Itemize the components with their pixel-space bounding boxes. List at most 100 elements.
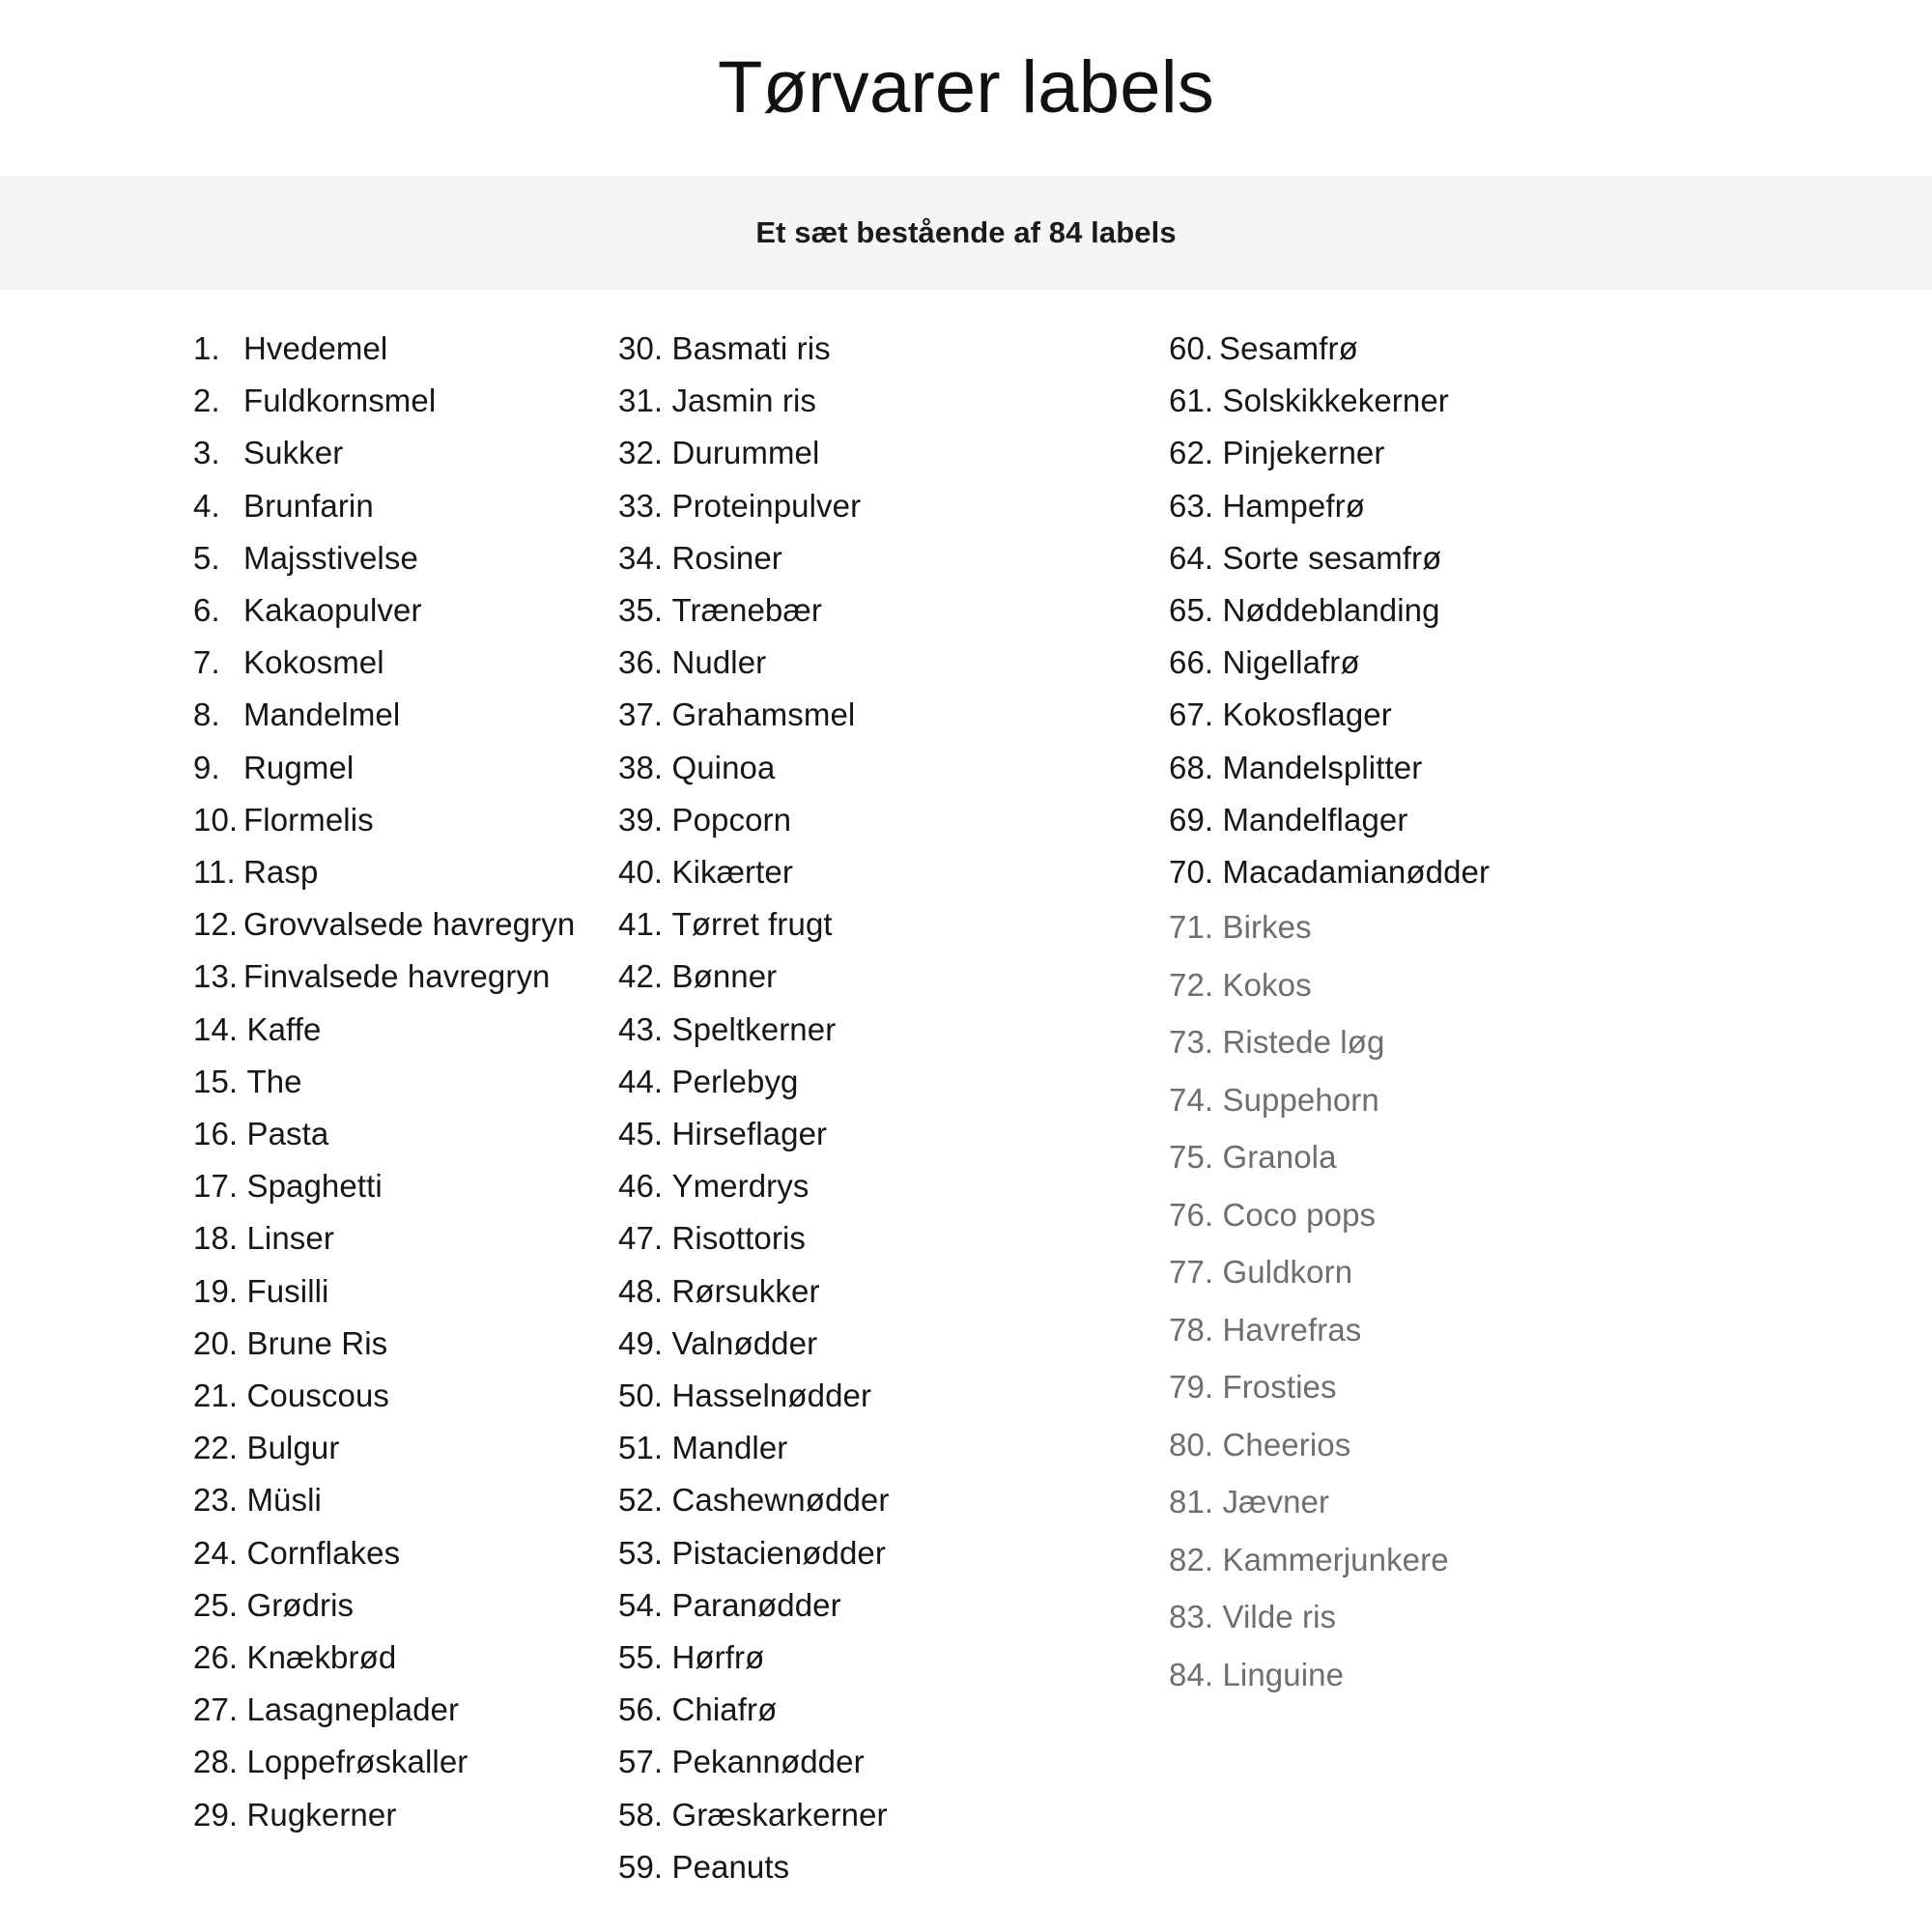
list-item-label: Guldkorn	[1222, 1254, 1353, 1291]
list-item-label: Frosties	[1222, 1369, 1337, 1406]
list-item-label: Finvalsede havregryn	[243, 958, 551, 995]
list-item-label: Hvedemel	[243, 330, 388, 366]
list-item-number: 82.	[1169, 1541, 1223, 1577]
list-item-number: 57.	[618, 1744, 672, 1780]
label-column-2: 30. Basmati ris 31. Jasmin ris 32. Durumme…	[599, 323, 1082, 1893]
list-item: 14. Kaffe	[193, 1004, 599, 1056]
list-item-number: 8.	[193, 696, 229, 733]
list-item-number: 67.	[1169, 696, 1223, 733]
list-item: 28. Loppefrøskaller	[193, 1736, 599, 1788]
list-item-label: Mandelmel	[243, 696, 401, 733]
list-item: 13. Finvalsede havregryn	[193, 951, 599, 1003]
list-item-number: 16.	[193, 1116, 247, 1152]
list-item-label: Pasta	[246, 1116, 329, 1152]
list-item-number: 36.	[618, 644, 672, 681]
list-item-number: 64.	[1169, 539, 1223, 576]
list-item-label: Grahamsmel	[671, 696, 856, 733]
list-item-label: Bulgur	[246, 1430, 340, 1466]
list-item: 50. Hasselnødder	[618, 1370, 1082, 1422]
list-item: 61. Solskikkekerner	[1169, 375, 1700, 427]
list-item-number: 5.	[193, 539, 229, 576]
list-item-label: Havrefras	[1222, 1311, 1362, 1348]
list-item-label: Hampefrø	[1222, 487, 1365, 524]
list-item-label: Risottoris	[671, 1220, 806, 1257]
list-item: 80. Cheerios	[1169, 1416, 1700, 1474]
list-item: 60. Sesamfrø	[1169, 323, 1700, 375]
list-item-label: Mandelsplitter	[1222, 749, 1423, 785]
list-item-number: 17.	[193, 1168, 247, 1205]
list-item: 66. Nigellafrø	[1169, 637, 1700, 689]
list-item: 29. Rugkerner	[193, 1789, 599, 1841]
list-item: 40. Kikærter	[618, 846, 1082, 898]
list-item: 36. Nudler	[618, 637, 1082, 689]
list-item: 4. Brunfarin	[193, 480, 599, 532]
list-item-number: 25.	[193, 1586, 247, 1623]
list-item: 48. Rørsukker	[618, 1265, 1082, 1318]
list-item-label: Kokos	[1222, 966, 1312, 1003]
list-item-number: 22.	[193, 1430, 247, 1466]
list-item-number: 73.	[1169, 1024, 1223, 1061]
list-item-number: 3.	[193, 435, 229, 471]
list-item: 10. Flormelis	[193, 794, 599, 846]
list-item-number: 24.	[193, 1534, 247, 1571]
list-item-label: Kammerjunkere	[1222, 1541, 1449, 1577]
list-item: 56. Chiafrø	[618, 1684, 1082, 1736]
list-item-number: 71.	[1169, 909, 1223, 946]
list-item: 73. Ristede løg	[1169, 1013, 1700, 1071]
list-item-number: 4.	[193, 487, 229, 524]
list-item: 27. Lasagneplader	[193, 1684, 599, 1736]
list-item: 79. Frosties	[1169, 1358, 1700, 1416]
list-item: 83. Vilde ris	[1169, 1588, 1700, 1646]
list-item-number: 19.	[193, 1272, 247, 1309]
list-item-number: 51.	[618, 1430, 672, 1466]
list-item: 52. Cashewnødder	[618, 1474, 1082, 1526]
list-item-number: 35.	[618, 592, 672, 629]
list-item-label: Flormelis	[243, 801, 374, 838]
list-item-label: Mandelflager	[1222, 801, 1408, 838]
list-item-label: Cheerios	[1222, 1426, 1351, 1463]
list-item-number: 26.	[193, 1639, 247, 1676]
list-item-label: Chiafrø	[671, 1691, 778, 1728]
list-item: 35. Trænebær	[618, 584, 1082, 637]
subtitle-text: Et sæt bestående af 84 labels	[755, 215, 1177, 249]
list-item-label: Rasp	[243, 854, 319, 891]
list-item: 17. Spaghetti	[193, 1160, 599, 1212]
list-item-label: Quinoa	[671, 749, 776, 785]
list-item-number: 62.	[1169, 435, 1223, 471]
list-item-label: Pinjekerner	[1222, 435, 1385, 471]
list-item-number: 75.	[1169, 1139, 1223, 1176]
list-item: 71. Birkes	[1169, 898, 1700, 956]
list-item-number: 32.	[618, 435, 672, 471]
list-item-number: 44.	[618, 1063, 672, 1099]
list-item-label: Popcorn	[671, 801, 792, 838]
list-item-label: Valnødder	[671, 1324, 818, 1361]
list-item-label: Durummel	[671, 435, 820, 471]
list-item-number: 52.	[618, 1482, 672, 1519]
list-item-label: Nøddeblanding	[1222, 592, 1440, 629]
list-item-number: 46.	[618, 1168, 672, 1205]
list-item-label: Sukker	[243, 435, 344, 471]
list-item-number: 84.	[1169, 1656, 1223, 1692]
list-item-label: Loppefrøskaller	[246, 1744, 469, 1780]
list-item-number: 80.	[1169, 1426, 1223, 1463]
list-item: 70. Macadamianødder	[1169, 846, 1700, 898]
list-item: 46. Ymerdrys	[618, 1160, 1082, 1212]
list-item-label: Brune Ris	[246, 1324, 388, 1361]
list-item-label: Speltkerner	[671, 1010, 837, 1047]
label-list-page: Tørvarer labels Et sæt bestående af 84 l…	[0, 0, 1932, 1932]
list-item-label: Majsstivelse	[243, 539, 418, 576]
list-item-number: 13.	[193, 958, 239, 995]
list-item: 26. Knækbrød	[193, 1632, 599, 1684]
list-item-label: Rosiner	[671, 539, 782, 576]
list-item: 63. Hampefrø	[1169, 480, 1700, 532]
list-item-number: 9.	[193, 749, 229, 785]
list-item-number: 21.	[193, 1378, 247, 1414]
list-item-label: Birkes	[1222, 909, 1312, 946]
list-item-number: 14.	[193, 1010, 247, 1047]
list-item: 5. Majsstivelse	[193, 532, 599, 584]
list-item-number: 72.	[1169, 966, 1223, 1003]
list-item: 34. Rosiner	[618, 532, 1082, 584]
label-columns: 1. Hvedemel 2. Fuldkornsmel 3. Sukker 4. Br…	[0, 290, 1932, 1932]
list-item-label: Rugkerner	[246, 1796, 397, 1833]
list-item: 74. Suppehorn	[1169, 1071, 1700, 1129]
